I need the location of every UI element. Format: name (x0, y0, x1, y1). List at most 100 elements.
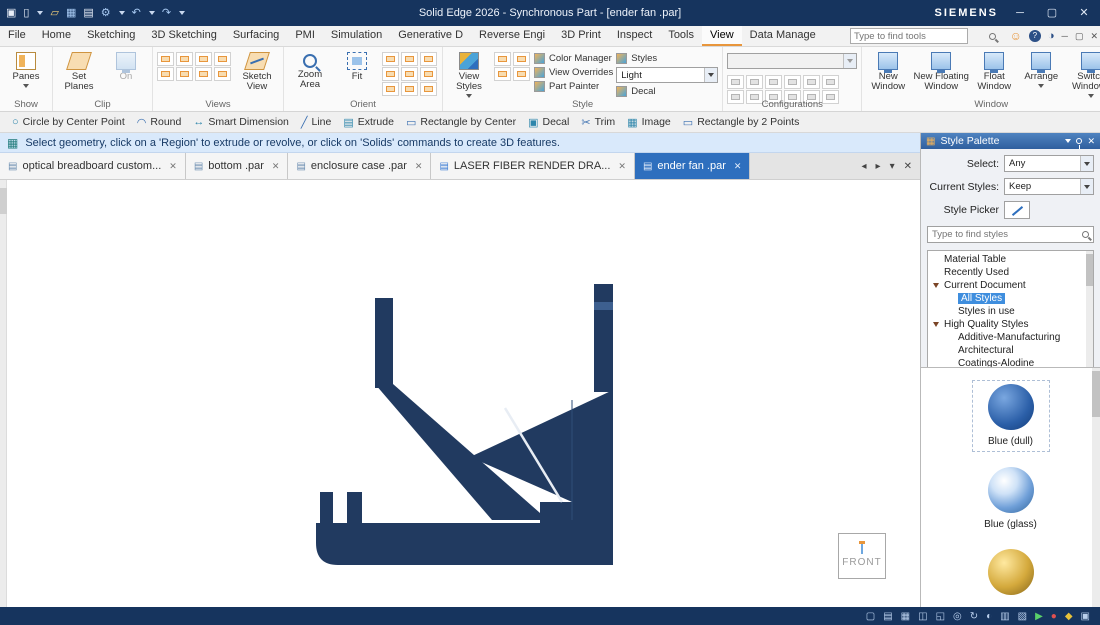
tab-3d-sketching[interactable]: 3D Sketching (143, 26, 224, 46)
find-tools-input[interactable] (851, 30, 989, 42)
expander-icon[interactable] (933, 322, 939, 327)
undo-icon[interactable]: ↶ (132, 0, 141, 26)
tree-item-material-table[interactable]: Material Table (928, 253, 1093, 266)
scroll-tabs-left-icon[interactable]: ◂ (862, 161, 867, 172)
tab-data-management[interactable]: Data Manage (742, 26, 824, 46)
panel-menu-caret-icon[interactable] (1065, 139, 1072, 143)
light-dropdown[interactable]: Light (616, 67, 719, 83)
cmd-image[interactable]: ▦ Image (621, 116, 677, 129)
next-view-icon[interactable] (420, 82, 437, 96)
current-styles-caret-icon[interactable] (1080, 179, 1093, 194)
tab-close-icon[interactable]: ✕ (415, 161, 423, 172)
status-badge-icon[interactable]: ◆ (1065, 611, 1073, 622)
help-icon[interactable]: ? (1028, 30, 1041, 42)
config-icon-2[interactable] (746, 75, 764, 89)
float-window-button[interactable]: Float Window (972, 49, 1016, 92)
doc-minimize-icon[interactable]: ─ (1062, 31, 1068, 41)
light-dropdown-caret-icon[interactable] (704, 68, 718, 82)
cmd-extrude[interactable]: ▤ Extrude (337, 116, 400, 129)
part-painter-button[interactable]: Part Painter (534, 81, 613, 92)
status-window-icon[interactable]: ◫ (918, 611, 927, 622)
swatch-scrollbar-thumb[interactable] (1092, 371, 1100, 417)
rotate-icon[interactable] (382, 67, 399, 81)
redo-icon[interactable]: ↷ (162, 0, 171, 26)
view-option-icon-2[interactable] (176, 52, 193, 66)
panel-grab-tab[interactable] (0, 188, 7, 214)
new-document-icon[interactable]: ▯ (23, 0, 29, 26)
new-window-button[interactable]: New Window (866, 49, 910, 92)
find-tools-search[interactable] (850, 28, 996, 44)
doc-tab-enclosure-case[interactable]: ▤ enclosure case .par ✕ (288, 153, 432, 179)
cmd-round[interactable]: ◠ Round (131, 116, 188, 129)
view-option-icon-5[interactable] (157, 67, 174, 81)
swatch-blue-dull[interactable]: Blue (dull) (971, 380, 1050, 452)
style-picker-button[interactable] (1004, 201, 1030, 219)
decal-button[interactable]: Decal (616, 86, 718, 97)
style-palette-header[interactable]: ▦ Style Palette ✕ (921, 133, 1100, 149)
status-shaded-icon[interactable]: ◐ (986, 611, 992, 622)
swatch-blue-glass[interactable]: Blue (glass) (972, 464, 1050, 534)
doc-tab-ender-fan[interactable]: ▤ ender fan .par ✕ (634, 153, 751, 179)
view-option-icon-6[interactable] (176, 67, 193, 81)
settings-icon[interactable]: ⚙ (101, 0, 111, 26)
config-icon-6[interactable] (822, 75, 840, 89)
redo-caret-icon[interactable] (179, 11, 186, 15)
select-dropdown-caret-icon[interactable] (1080, 156, 1093, 171)
cmd-rectangle-by-center[interactable]: ▭ Rectangle by Center (400, 116, 522, 129)
view-overrides-button[interactable]: View Overrides (534, 67, 613, 78)
status-layers-icon[interactable]: ▥ (1000, 611, 1009, 622)
home-view-icon[interactable] (382, 82, 399, 96)
view-option-icon-8[interactable] (214, 67, 231, 81)
view-option-icon-7[interactable] (195, 67, 212, 81)
pan-icon[interactable] (420, 52, 437, 66)
select-dropdown[interactable]: Any (1004, 155, 1094, 172)
arrange-button[interactable]: Arrange (1019, 49, 1063, 88)
tab-simulation[interactable]: Simulation (323, 26, 390, 46)
config-icon-4[interactable] (784, 75, 802, 89)
open-icon[interactable]: ▱ (50, 0, 58, 26)
scroll-tabs-right-icon[interactable]: ▸ (876, 161, 881, 172)
find-styles-input[interactable] (928, 229, 1082, 240)
tree-item-architectural[interactable]: Architectural (928, 344, 1093, 357)
close-document-icon[interactable]: ✕ (904, 161, 912, 172)
config-icon-3[interactable] (765, 75, 783, 89)
model-canvas[interactable]: FRONT (0, 180, 920, 607)
zoom-out-icon[interactable] (401, 52, 418, 66)
status-rotate-icon[interactable]: ↻ (970, 611, 978, 622)
status-frame-icon[interactable]: ▣ (1081, 611, 1090, 622)
tree-item-styles-in-use[interactable]: Styles in use (928, 305, 1093, 318)
previous-view-icon[interactable] (401, 82, 418, 96)
new-caret-icon[interactable] (37, 11, 44, 15)
tab-3d-print[interactable]: 3D Print (553, 26, 609, 46)
view-option-icon-1[interactable] (157, 52, 174, 66)
swatch-scrollbar[interactable] (1092, 368, 1100, 607)
tab-list-caret-icon[interactable]: ▾ (890, 161, 895, 172)
clip-on-button[interactable]: On (104, 49, 148, 82)
styles-button[interactable]: Styles (616, 53, 718, 64)
tab-close-icon[interactable]: ✕ (734, 161, 742, 172)
status-play-icon[interactable]: ▶ (1035, 611, 1043, 622)
tree-item-all-styles[interactable]: All Styles (928, 292, 1093, 305)
current-styles-dropdown[interactable]: Keep (1004, 178, 1094, 195)
look-at-face-icon[interactable] (401, 67, 418, 81)
tab-surfacing[interactable]: Surfacing (225, 26, 287, 46)
panel-close-icon[interactable]: ✕ (1087, 136, 1095, 147)
save-icon[interactable]: ▦ (66, 0, 76, 26)
doc-tab-laser-fiber-render[interactable]: ▤ LASER FIBER RENDER DRA... ✕ (431, 153, 635, 179)
close-button[interactable]: ✕ (1074, 0, 1094, 26)
tab-close-icon[interactable]: ✕ (618, 161, 626, 172)
status-select-icon[interactable]: ▢ (866, 611, 875, 622)
cmd-smart-dimension[interactable]: ↔ Smart Dimension (187, 116, 295, 128)
doc-restore-icon[interactable]: ▢ (1075, 31, 1084, 42)
theme-icon[interactable]: ◑ (1048, 30, 1055, 42)
status-sheet-icon[interactable]: ▤ (883, 611, 892, 622)
configurations-caret-icon[interactable] (843, 54, 857, 68)
tab-tools[interactable]: Tools (660, 26, 702, 46)
restore-button[interactable]: ▢ (1042, 0, 1062, 26)
status-zoom-icon[interactable]: ◎ (953, 611, 962, 622)
cmd-line[interactable]: ╱ Line (295, 116, 337, 129)
configurations-dropdown[interactable] (727, 53, 858, 69)
tab-close-icon[interactable]: ✕ (169, 161, 177, 172)
tab-close-icon[interactable]: ✕ (272, 161, 280, 172)
tree-item-high-quality-styles[interactable]: High Quality Styles (928, 318, 1093, 331)
